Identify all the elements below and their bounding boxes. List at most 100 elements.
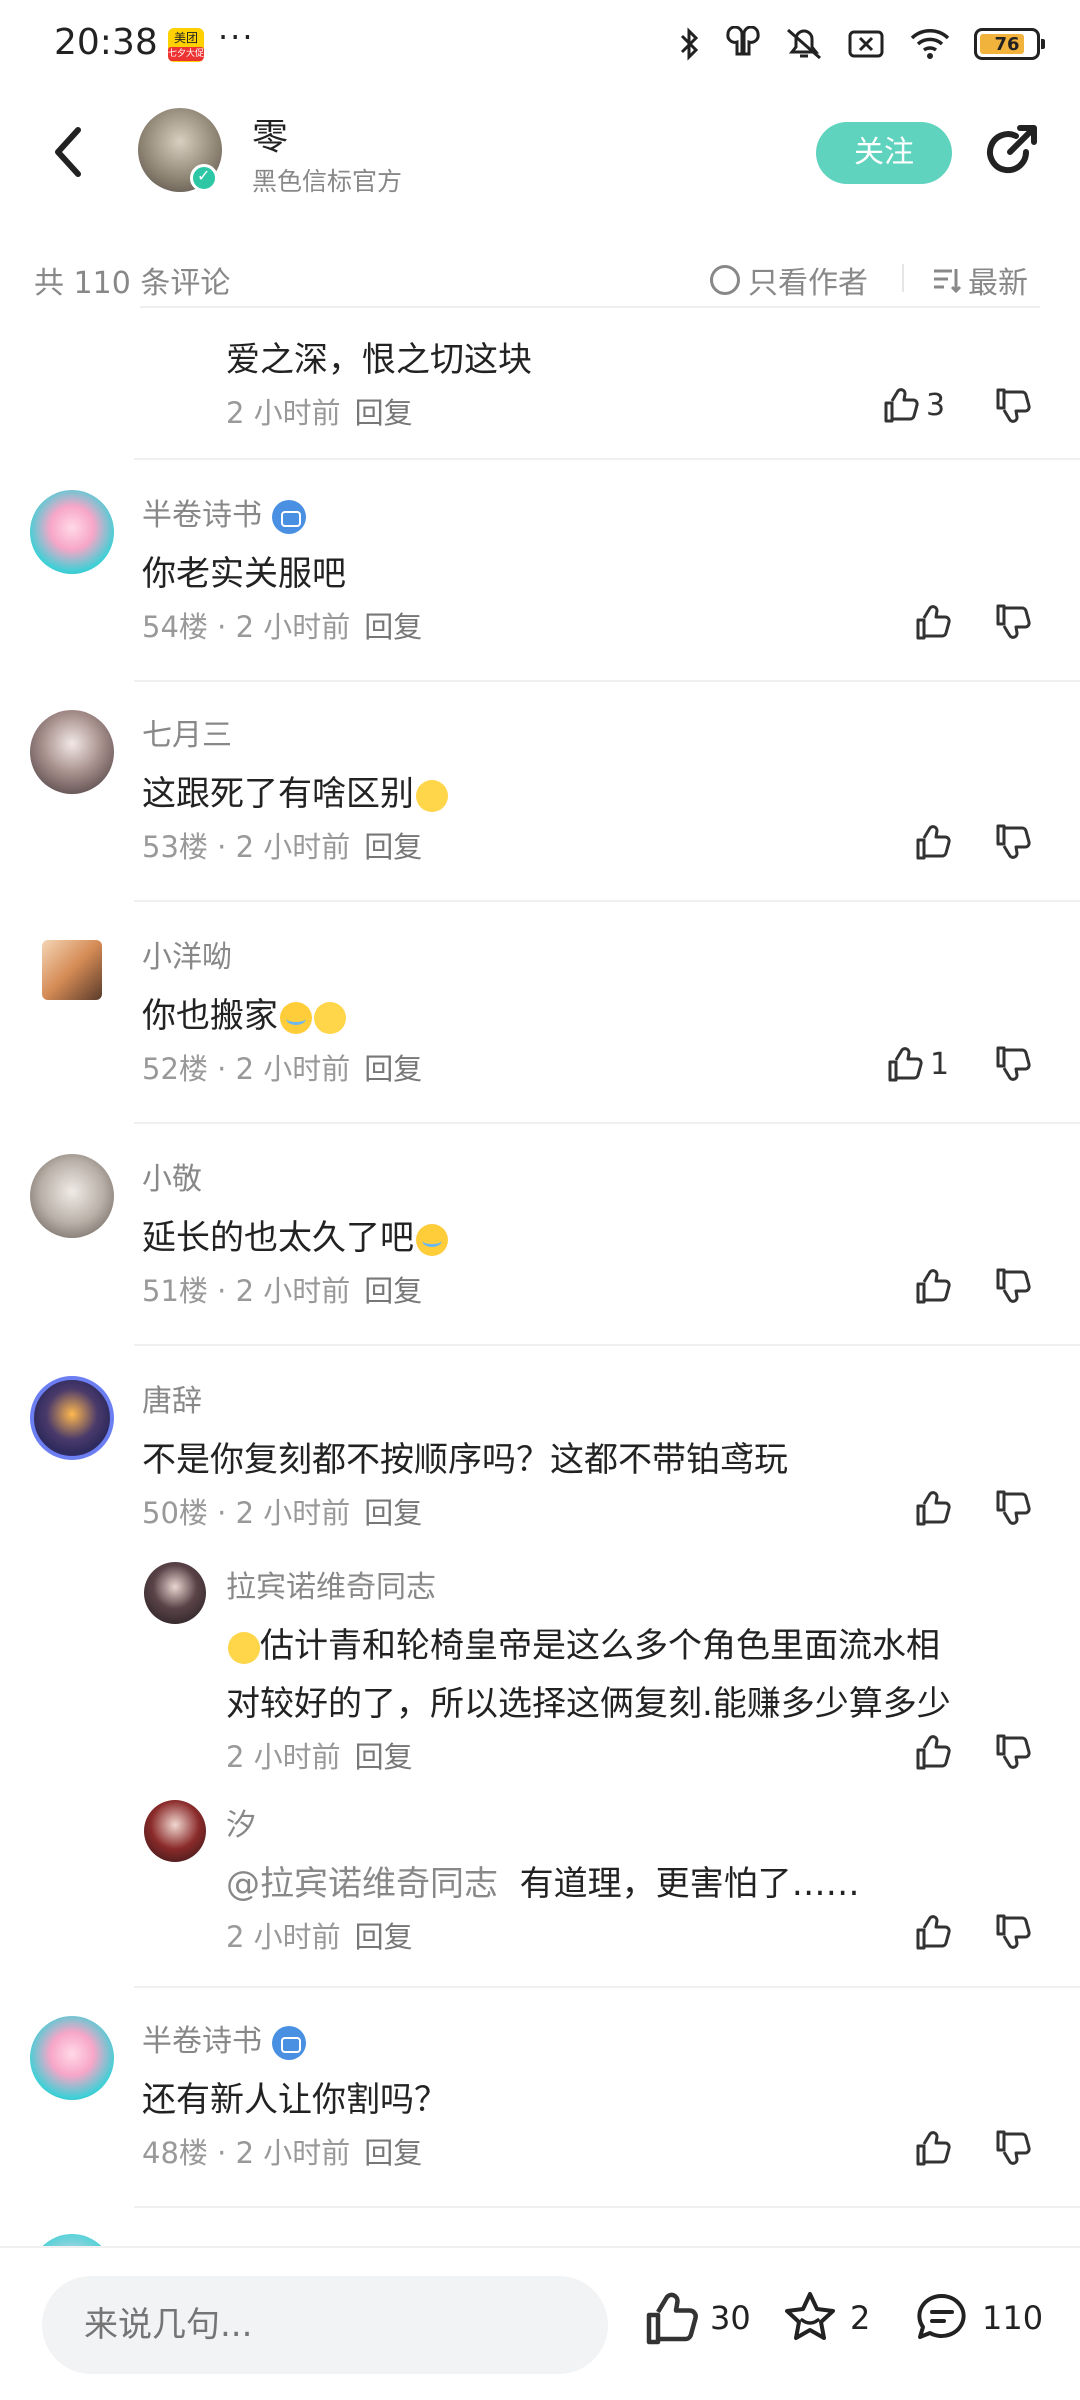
floor-number: 52楼	[142, 1052, 208, 1086]
reply-button[interactable]: 回复	[364, 830, 422, 864]
comment-text-content: 这跟死了有啥区别	[142, 774, 414, 814]
reply-meta: 2 小时前 回复	[226, 1914, 413, 1956]
dislike-button[interactable]	[992, 822, 1032, 862]
reply-button[interactable]: 回复	[364, 610, 422, 644]
dislike-button[interactable]	[992, 602, 1032, 642]
like-button[interactable]	[912, 1488, 952, 1528]
comment-text-content: 你也搬家	[142, 996, 278, 1036]
share-icon[interactable]	[978, 120, 1042, 184]
emoji-icon	[228, 1631, 260, 1664]
mute-icon	[787, 28, 821, 60]
comment-username[interactable]: 唐辞	[142, 1376, 202, 1420]
user-avatar[interactable]	[30, 2016, 114, 2100]
crying-emoji-icon	[280, 1001, 312, 1034]
comment-text: 这跟死了有啥区别	[142, 766, 448, 815]
dislike-button[interactable]	[992, 1488, 1032, 1528]
game-badge-icon	[272, 2025, 306, 2060]
comment-username[interactable]: 小敬	[142, 1154, 202, 1198]
radio-circle-icon	[710, 265, 740, 295]
comment-divider	[134, 900, 1080, 902]
user-avatar[interactable]	[30, 490, 114, 574]
like-button[interactable]	[912, 1732, 952, 1772]
reply-button[interactable]: 回复	[355, 1920, 413, 1954]
comment-username[interactable]: 小洋呦	[142, 932, 232, 976]
sort-icon	[934, 269, 962, 294]
user-avatar[interactable]	[30, 710, 114, 794]
meituan-app-icon: 美团 七夕大促	[168, 28, 204, 62]
verified-icon	[190, 164, 218, 192]
reply-username[interactable]: 拉宾诺维奇同志	[226, 1562, 436, 1606]
reply-text-content: 估计青和轮椅皇帝是这么多个角色里面流水相	[260, 1626, 940, 1666]
comment-divider	[134, 1344, 1080, 1346]
comment-meta: 50楼 · 2 小时前 回复	[142, 1496, 423, 1530]
reply-button[interactable]: 回复	[364, 2136, 422, 2170]
status-icons: 76	[678, 26, 1045, 62]
sim-off-icon	[848, 30, 884, 58]
reply-button[interactable]: 回复	[355, 396, 413, 430]
battery-icon: 76	[974, 28, 1045, 60]
battery-level: 76	[994, 33, 1020, 55]
reply-avatar[interactable]	[144, 1800, 206, 1862]
like-count: 3	[926, 387, 946, 423]
dislike-button[interactable]	[992, 2128, 1032, 2168]
reply-username[interactable]: 汐	[226, 1800, 256, 1844]
sort-button[interactable]: 最新	[932, 258, 1028, 302]
sort-label: 最新	[968, 266, 1028, 301]
like-count: 1	[930, 1046, 950, 1082]
reply-time: 2 小时前	[226, 1920, 341, 1954]
comment-text: 还有新人让你割吗？	[142, 2080, 448, 2120]
reply-text: @拉宾诺维奇同志 有道理，更害怕了……	[226, 1856, 860, 1905]
reply-text-content: 有道理，更害怕了……	[519, 1864, 860, 1904]
comment-toolbar: 共 110 条评论 只看作者 最新	[0, 240, 1080, 312]
toolbar-divider	[902, 264, 904, 292]
comments-button[interactable]: 110	[912, 2288, 1043, 2348]
like-button[interactable]	[912, 2128, 952, 2168]
reply-button[interactable]: 回复	[355, 1740, 413, 1774]
favorite-button[interactable]: 2	[780, 2288, 870, 2348]
comment-meta: 54楼 · 2 小时前 回复	[142, 610, 423, 644]
comment-text: 你也搬家	[142, 988, 346, 1037]
like-button[interactable]: 3	[880, 385, 945, 425]
comment-username[interactable]: 半卷诗书	[142, 2016, 306, 2060]
dislike-button[interactable]	[992, 1912, 1032, 1952]
like-button[interactable]	[912, 1912, 952, 1952]
dislike-button[interactable]	[992, 1044, 1032, 1084]
comment-time: 2 小时前	[235, 830, 351, 864]
reply-button[interactable]: 回复	[364, 1052, 422, 1086]
mention-link[interactable]: @拉宾诺维奇同志	[226, 1864, 498, 1904]
dislike-button[interactable]	[992, 1266, 1032, 1306]
comment-bubble-icon	[917, 2293, 966, 2339]
comment-input[interactable]	[42, 2276, 608, 2374]
comment-time: 2 小时前	[235, 2136, 351, 2170]
floor-number: 50楼	[142, 1496, 208, 1530]
reply-button[interactable]: 回复	[364, 1274, 422, 1308]
comment-meta: 53楼 · 2 小时前 回复	[142, 830, 423, 864]
reply-meta: 2 小时前 回复	[226, 1734, 413, 1776]
like-button[interactable]	[912, 1266, 952, 1306]
user-avatar[interactable]	[42, 940, 102, 1000]
like-button[interactable]	[912, 602, 952, 642]
dislike-button[interactable]	[992, 386, 1032, 426]
post-header: 零 黑色信标官方 关注	[0, 90, 1080, 308]
author-name[interactable]: 零	[252, 108, 288, 160]
bottom-action-bar: 30 2 110	[0, 2246, 1080, 2400]
author-subtitle: 黑色信标官方	[252, 167, 403, 196]
reply-button[interactable]: 回复	[364, 1496, 422, 1530]
like-button[interactable]: 1	[884, 1044, 949, 1084]
follow-button[interactable]: 关注	[816, 122, 952, 184]
user-avatar[interactable]	[30, 1376, 114, 1460]
comment-divider	[134, 2206, 1080, 2208]
post-like-button[interactable]: 30	[640, 2288, 751, 2348]
comment-time: 2 小时前	[226, 396, 341, 430]
comment-username[interactable]: 七月三	[142, 710, 232, 754]
back-button[interactable]	[44, 120, 94, 184]
reply-avatar[interactable]	[144, 1562, 206, 1624]
user-avatar[interactable]	[30, 1154, 114, 1238]
reply-text-line: 对较好的了，所以选择这俩复刻.能赚多少算多少	[226, 1684, 951, 1724]
comment-username[interactable]: 半卷诗书	[142, 490, 306, 534]
dislike-button[interactable]	[992, 1732, 1032, 1772]
bluetooth-icon	[680, 27, 699, 61]
only-author-toggle[interactable]: 只看作者	[710, 258, 868, 302]
comment-divider	[134, 680, 1080, 682]
like-button[interactable]	[912, 822, 952, 862]
